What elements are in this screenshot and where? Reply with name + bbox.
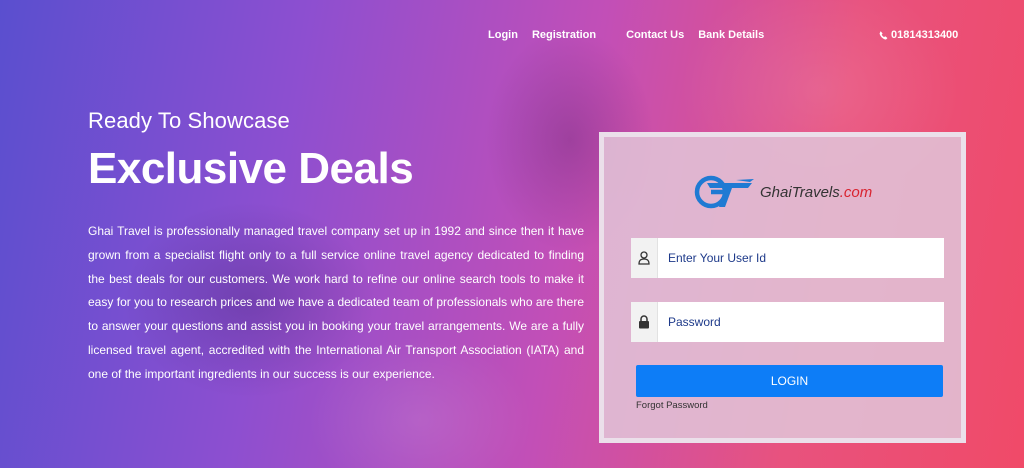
hero-title: Exclusive Deals (88, 144, 414, 193)
nav-login-link[interactable]: Login (488, 29, 518, 41)
logo-domain: .com (839, 183, 873, 201)
password-field (631, 302, 944, 342)
hero-section: Ready To Showcase Exclusive Deals Ghai T… (88, 108, 584, 387)
ghai-travels-logo-icon (694, 175, 754, 209)
lock-icon (631, 302, 658, 342)
phone-contact: 01814313400 (879, 29, 958, 41)
logo-name: Ghai (760, 183, 792, 201)
phone-icon (879, 31, 888, 40)
top-navigation: Login Registration Contact Us Bank Detai… (488, 29, 764, 41)
hero-description: Ghai Travel is professionally managed tr… (88, 224, 584, 381)
phone-number: 01814313400 (891, 29, 959, 41)
login-button[interactable]: LOGIN (636, 365, 943, 397)
user-id-input[interactable] (658, 238, 944, 278)
nav-registration-link[interactable]: Registration (532, 29, 596, 41)
login-card: GhaiTravels.com LOGIN Forgot Password (599, 132, 966, 443)
user-icon (631, 238, 658, 278)
hero-subtitle: Ready To Showcase (88, 108, 290, 133)
logo-suffix: Travels (791, 183, 840, 201)
forgot-password-link[interactable]: Forgot Password (636, 400, 708, 411)
password-input[interactable] (658, 302, 944, 342)
ghai-travels-logo: GhaiTravels.com (692, 173, 872, 211)
user-id-field (631, 238, 944, 278)
nav-contact-link[interactable]: Contact Us (626, 29, 684, 41)
nav-bank-details-link[interactable]: Bank Details (698, 29, 764, 41)
